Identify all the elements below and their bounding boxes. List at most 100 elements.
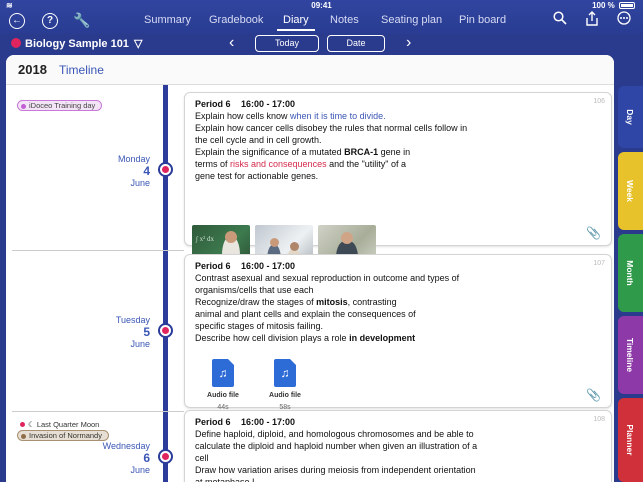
panel-header: 2018 Timeline — [6, 55, 614, 85]
side-tab-label: Week — [625, 179, 635, 203]
period-time: 16:00 - 17:00 — [241, 99, 296, 109]
lesson-header: Period 6 16:00 - 17:00 — [195, 416, 601, 428]
lesson-text-run: gene test for actionable genes. — [195, 171, 319, 181]
back-arrow-icon[interactable]: ← — [9, 13, 25, 29]
lesson-card[interactable]: 106 Period 6 16:00 - 17:00 Explain how c… — [184, 92, 612, 282]
tab-summary[interactable]: Summary — [144, 14, 191, 26]
lesson-card[interactable]: 107 Period 6 16:00 - 17:00 Contrast asex… — [184, 254, 612, 411]
event-tag[interactable]: iDoceo Training day — [17, 100, 103, 111]
timeline-node — [158, 323, 173, 338]
lesson-line: Contrast asexual and sexual reproduction… — [195, 272, 601, 284]
side-tab-day[interactable]: Day — [618, 86, 643, 148]
lesson-text-run: calculate the diploid and haploid number… — [195, 441, 478, 451]
lesson-text-run: Explain how cancer cells disobey the rul… — [195, 123, 468, 133]
audio-attachment[interactable]: ♫ Audio file 58s — [263, 359, 307, 414]
lesson-line: Explain the significance of a mutated BR… — [195, 146, 601, 158]
period-time: 16:00 - 17:00 — [241, 417, 296, 427]
timeline-panel: 2018 Timeline iDoceo Training day Monday… — [6, 55, 614, 482]
lesson-text-run: mitosis — [316, 297, 348, 307]
chevron-right-icon[interactable]: › — [406, 34, 411, 52]
year-label: 2018 — [18, 62, 47, 77]
lesson-card[interactable]: 108 Period 6 16:00 - 17:00 Define haploi… — [184, 410, 612, 482]
top-navigation-bar: ≋ 09:41 100 % ← ? 🔧 Summary Gradebook Di… — [0, 0, 643, 34]
lesson-line: Define haploid, diploid, and homologous … — [195, 428, 601, 440]
class-selector[interactable]: Biology Sample 101 ▽ — [25, 37, 142, 50]
lesson-line: Recognize/draw the stages of mitosis, co… — [195, 296, 601, 308]
chevron-left-icon[interactable]: ‹ — [229, 34, 234, 52]
lesson-text-run: Explain how cells know — [195, 111, 291, 121]
side-tab-label: Timeline — [625, 337, 635, 373]
weekday-label: Tuesday — [115, 315, 150, 325]
lesson-text-run: in development — [349, 333, 416, 343]
day-number: 4 — [143, 164, 150, 178]
period-label: Period 6 — [195, 99, 231, 109]
side-tab-timeline[interactable]: Timeline — [618, 316, 643, 394]
side-tab-label: Planner — [625, 424, 635, 456]
lesson-text-run[interactable]: when it is time to divide. — [290, 111, 386, 121]
lesson-line: the cell cycle and in cell growth. — [195, 134, 601, 146]
share-icon[interactable] — [585, 11, 599, 30]
view-title: Timeline — [59, 63, 104, 77]
side-tab-week[interactable]: Week — [618, 152, 643, 230]
class-color-dot — [11, 38, 21, 48]
today-button[interactable]: Today — [255, 35, 319, 52]
search-icon[interactable] — [553, 11, 567, 28]
more-icon[interactable] — [617, 11, 631, 28]
lesson-text-run[interactable]: risks and consequences — [230, 159, 327, 169]
side-tab-planner[interactable]: Planner — [618, 398, 643, 482]
moon-phase-label: Last Quarter Moon — [36, 420, 100, 429]
timeline-node — [158, 449, 173, 464]
lesson-number: 107 — [593, 260, 605, 267]
row-divider — [12, 411, 184, 412]
period-time: 16:00 - 17:00 — [241, 261, 296, 271]
tab-seating-plan[interactable]: Seating plan — [381, 14, 442, 26]
battery-icon — [619, 2, 635, 9]
date-button[interactable]: Date — [327, 35, 385, 52]
audio-attachment[interactable]: ♫ Audio file 44s — [201, 359, 245, 414]
lesson-line: Explain how cancer cells disobey the rul… — [195, 122, 601, 134]
lesson-line: specific stages of mitosis failing. — [195, 320, 601, 332]
day-label-tuesday: Tuesday 5 June — [10, 315, 150, 349]
month-label: June — [130, 178, 150, 188]
status-bar-right: 100 % — [592, 1, 635, 10]
paperclip-icon[interactable]: 📎 — [586, 227, 601, 239]
day-number: 5 — [143, 325, 150, 339]
tab-notes[interactable]: Notes — [330, 14, 359, 26]
lesson-line: Explain how cells know when it is time t… — [195, 110, 601, 122]
help-icon[interactable]: ? — [42, 13, 58, 29]
event-tag[interactable]: Invasion of Normandy — [17, 430, 109, 441]
lesson-text-run: Explain the significance of a mutated — [195, 147, 345, 157]
lesson-line: gene test for actionable genes. — [195, 170, 601, 182]
lesson-text: Explain how cells know when it is time t… — [195, 110, 601, 182]
lesson-text-run: Describe how cell division plays a role — [195, 333, 350, 343]
paperclip-icon[interactable]: 📎 — [586, 389, 601, 401]
lesson-text-run: Recognize/draw the stages of — [195, 297, 317, 307]
lesson-text: Contrast asexual and sexual reproduction… — [195, 272, 601, 344]
lesson-header: Period 6 16:00 - 17:00 — [195, 260, 601, 272]
side-tab-label: Day — [625, 109, 635, 125]
tab-diary[interactable]: Diary — [277, 14, 315, 31]
tab-pin-board[interactable]: Pin board — [459, 14, 506, 26]
lesson-line: terms of risks and consequences and the … — [195, 158, 601, 170]
row-divider — [12, 250, 184, 251]
lesson-line: cell — [195, 452, 601, 464]
lesson-line: organisms/cells that use each — [195, 284, 601, 296]
timeline-node — [158, 162, 173, 177]
audio-label: Audio file — [207, 392, 239, 399]
lesson-line: Describe how cell division plays a role … — [195, 332, 601, 344]
lesson-text-run: cell — [195, 453, 209, 463]
lesson-text-run: Draw how variation arises during meiosis… — [195, 465, 476, 475]
tab-gradebook[interactable]: Gradebook — [209, 14, 263, 26]
chevron-down-icon: ▽ — [134, 38, 143, 50]
class-name: Biology Sample 101 — [25, 38, 129, 50]
battery-percent: 100 % — [592, 1, 615, 10]
music-note-icon: ♫ — [212, 359, 234, 387]
lesson-line: Draw how variation arises during meiosis… — [195, 464, 601, 476]
audio-label: Audio file — [269, 392, 301, 399]
period-label: Period 6 — [195, 261, 231, 271]
day-label-wednesday: Wednesday 6 June — [10, 441, 150, 475]
side-tab-month[interactable]: Month — [618, 234, 643, 312]
wrench-icon[interactable]: 🔧 — [73, 12, 90, 29]
month-label: June — [130, 339, 150, 349]
lesson-text-run: at metaphase I. — [195, 477, 258, 482]
